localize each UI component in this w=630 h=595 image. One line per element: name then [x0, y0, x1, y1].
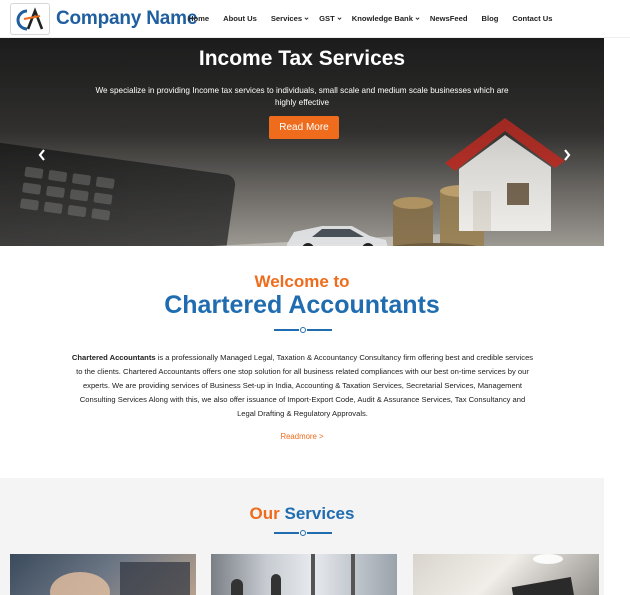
nav-home-label: Home	[188, 14, 210, 23]
chevron-down-icon	[415, 17, 420, 20]
nav-contact-us[interactable]: Contact Us	[512, 14, 552, 23]
nav-knowledge-bank[interactable]: Knowledge Bank	[352, 14, 420, 23]
nav-newsfeed[interactable]: NewsFeed	[430, 14, 468, 23]
service-card-image[interactable]	[211, 554, 397, 595]
read-more-button[interactable]: Read More	[269, 116, 339, 139]
nav-about-us[interactable]: About Us	[223, 14, 257, 23]
main-menu: Home About Us Services GST Knowledge Ban…	[188, 14, 566, 23]
nav-knowledge-bank-label: Knowledge Bank	[351, 14, 413, 23]
section-divider	[274, 326, 332, 334]
nav-gst-label: GST	[319, 14, 335, 23]
nav-blog-label: Blog	[481, 14, 499, 23]
top-navbar: Company Name Home About Us Services GST …	[0, 0, 630, 38]
welcome-heading-main: Chartered Accountants	[164, 291, 440, 319]
nav-services-label: Services	[270, 14, 303, 23]
services-heading-our: Our	[249, 504, 280, 523]
nav-newsfeed-label: NewsFeed	[429, 14, 468, 23]
services-heading: Our Services	[0, 504, 604, 524]
chevron-down-icon	[337, 17, 342, 20]
chevron-left-icon[interactable]	[37, 148, 47, 162]
services-divider	[274, 529, 332, 537]
services-section: Our Services	[0, 478, 604, 595]
about-paragraph: Chartered Accountants is a professionall…	[70, 351, 535, 421]
chevron-right-icon[interactable]	[562, 148, 572, 162]
service-card-image[interactable]	[10, 554, 196, 595]
services-heading-services: Services	[284, 504, 355, 523]
readmore-link[interactable]: Readmore >	[0, 432, 604, 441]
nav-home[interactable]: Home	[188, 14, 209, 23]
nav-about-us-label: About Us	[223, 14, 257, 23]
ca-logo[interactable]	[10, 3, 50, 35]
ca-logo-icon	[16, 7, 44, 31]
hero-slider: Income Tax Services We specialize in pro…	[0, 38, 604, 246]
about-text: is a professionally Managed Legal, Taxat…	[76, 353, 534, 418]
nav-contact-us-label: Contact Us	[512, 14, 553, 23]
nav-services[interactable]: Services	[271, 14, 309, 23]
service-card-image[interactable]	[413, 554, 599, 595]
company-name[interactable]: Company Name	[56, 8, 197, 30]
nav-gst[interactable]: GST	[319, 14, 342, 23]
chevron-down-icon	[304, 17, 309, 20]
welcome-heading-top: Welcome to	[254, 272, 350, 291]
hero-title: Income Tax Services	[198, 47, 406, 70]
about-bold: Chartered Accountants	[71, 353, 156, 362]
hero-subtitle: We specialize in providing Income tax se…	[95, 86, 509, 107]
nav-blog[interactable]: Blog	[481, 14, 498, 23]
